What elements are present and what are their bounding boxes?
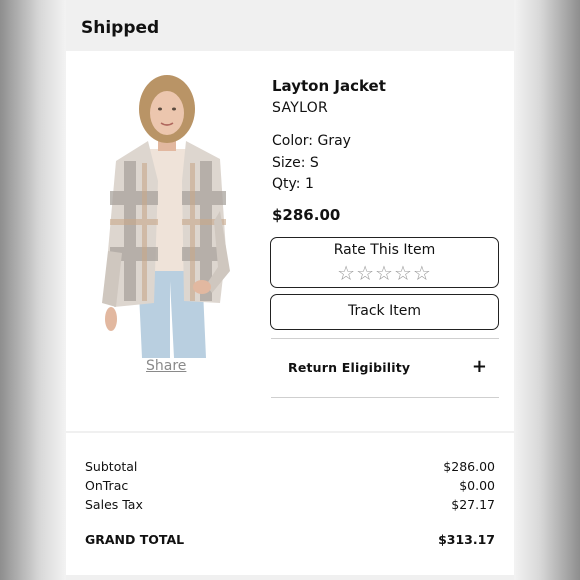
product-attributes: Color: Gray Size: S Qty: 1 (272, 131, 500, 196)
subtotal-value: $286.00 (443, 459, 495, 474)
star-rating-icons[interactable]: ☆☆☆☆☆ (271, 262, 498, 284)
rate-item-label: Rate This Item (333, 242, 436, 258)
subtotal-label: Subtotal (85, 459, 138, 474)
order-status-title: Shipped (81, 18, 160, 38)
product-name[interactable]: Layton Jacket (272, 76, 500, 96)
order-page: Shipped Share Layton Jacket SAYLOR Color… (66, 0, 514, 580)
product-price: $286.00 (272, 205, 341, 224)
plus-icon[interactable]: + (472, 357, 487, 377)
return-eligibility-label: Return Eligibility (288, 360, 411, 375)
product-size: Size: S (272, 154, 319, 171)
product-color: Color: Gray (272, 133, 351, 149)
product-brand: SAYLOR (272, 100, 329, 116)
product-photo[interactable] (102, 71, 232, 358)
grand-total-value: $313.17 (438, 532, 495, 547)
item-details: Layton Jacket SAYLOR Color: Gray Size: S… (272, 76, 500, 225)
rate-item-button[interactable]: Rate This Item ☆☆☆☆☆ (270, 237, 499, 288)
subtotal-row: Subtotal $286.00 (85, 459, 495, 475)
track-item-button[interactable]: Track Item (270, 294, 499, 330)
share-link[interactable]: Share (146, 358, 186, 374)
tax-row: Sales Tax $27.17 (85, 497, 495, 513)
grand-total-row: GRAND TOTAL $313.17 (85, 532, 495, 548)
order-status-header: Shipped (66, 4, 514, 51)
shipping-row: OnTrac $0.00 (85, 478, 495, 494)
order-item-card: Share Layton Jacket SAYLOR Color: Gray S… (66, 51, 514, 431)
product-qty: Qty: 1 (272, 176, 314, 192)
shipping-label: OnTrac (85, 478, 129, 493)
shipping-value: $0.00 (459, 478, 495, 493)
tax-value: $27.17 (451, 497, 495, 512)
order-summary: Subtotal $286.00 OnTrac $0.00 Sales Tax … (66, 433, 514, 575)
tax-label: Sales Tax (85, 497, 143, 512)
return-eligibility-toggle[interactable]: Return Eligibility + (271, 338, 499, 398)
grand-total-label: GRAND TOTAL (85, 532, 185, 547)
